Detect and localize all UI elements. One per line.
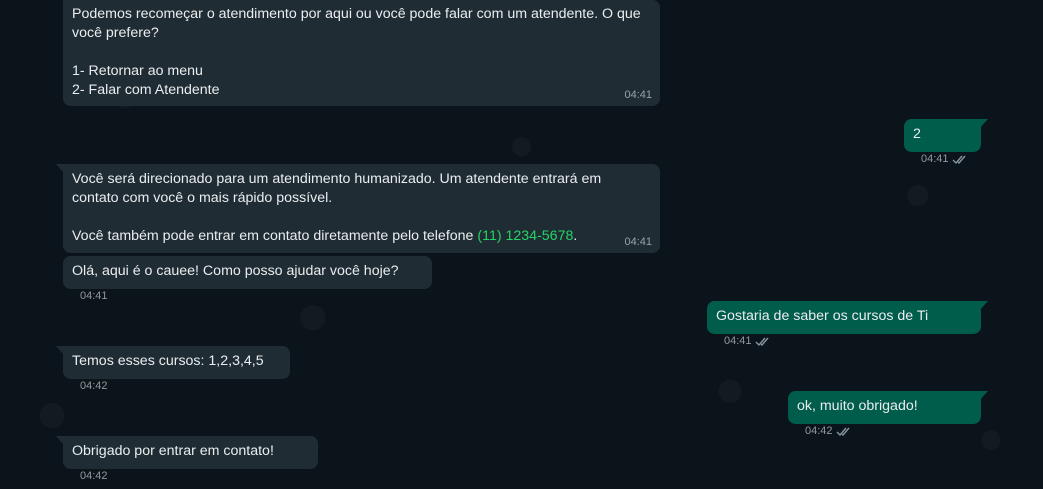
message-text: 2 — [913, 126, 921, 142]
message-meta: 04:41 — [921, 152, 968, 167]
double-check-icon — [952, 155, 966, 165]
chat-background: Podemos recomeçar o atendimento por aqui… — [0, 0, 1043, 489]
message-time-text: 04:41 — [724, 335, 752, 347]
message-outgoing[interactable]: 2 04:41 — [904, 119, 988, 165]
bubble-tail — [980, 301, 988, 310]
message-text: Podemos recomeçar o atendimento por aqui… — [72, 6, 641, 98]
double-check-icon — [836, 427, 850, 437]
message-meta: 04:42 — [80, 469, 108, 484]
message-time-text: 04:42 — [80, 470, 108, 482]
message-incoming[interactable]: Obrigado por entrar em contato! 04:42 — [56, 436, 318, 482]
message-time-text: 04:41 — [80, 290, 108, 302]
bubble-tail — [56, 164, 64, 173]
bubble-tail — [980, 119, 988, 128]
double-check-icon — [755, 337, 769, 347]
message-time-text: 04:42 — [80, 380, 108, 392]
message-text: ok, muito obrigado! — [797, 398, 918, 414]
bubble-tail — [56, 346, 64, 355]
message-time: 04:41 — [624, 235, 652, 250]
message-outgoing[interactable]: Gostaria de saber os cursos de Ti 04:41 — [707, 301, 988, 347]
message-meta: 04:42 — [80, 379, 108, 394]
message-time: 04:41 — [624, 88, 652, 103]
message-time-text: 04:42 — [805, 425, 833, 437]
message-text: Gostaria de saber os cursos de Ti — [716, 308, 929, 324]
message-time-text: 04:41 — [624, 89, 652, 101]
message-text: Olá, aqui é o cauee! Como posso ajudar v… — [72, 263, 399, 279]
message-meta: 04:42 — [805, 424, 852, 439]
message-meta: 04:41 — [724, 334, 771, 349]
message-meta: 04:41 — [80, 289, 108, 304]
message-outgoing[interactable]: ok, muito obrigado! 04:42 — [788, 391, 988, 437]
message-time-text: 04:41 — [624, 236, 652, 248]
message-incoming[interactable]: Olá, aqui é o cauee! Como posso ajudar v… — [63, 256, 432, 302]
message-text: Temos esses cursos: 1,2,3,4,5 — [72, 353, 264, 369]
message-incoming[interactable]: Você será direcionado para um atendiment… — [56, 164, 660, 253]
message-text-end: . — [573, 228, 578, 244]
message-time-text: 04:41 — [921, 153, 949, 165]
bubble-tail — [56, 436, 64, 445]
message-incoming[interactable]: Temos esses cursos: 1,2,3,4,5 04:42 — [56, 346, 290, 392]
phone-link[interactable]: (11) 1234-5678 — [477, 228, 573, 244]
message-text: Obrigado por entrar em contato! — [72, 443, 274, 459]
bubble-tail — [980, 391, 988, 400]
message-incoming[interactable]: Podemos recomeçar o atendimento por aqui… — [63, 0, 660, 106]
